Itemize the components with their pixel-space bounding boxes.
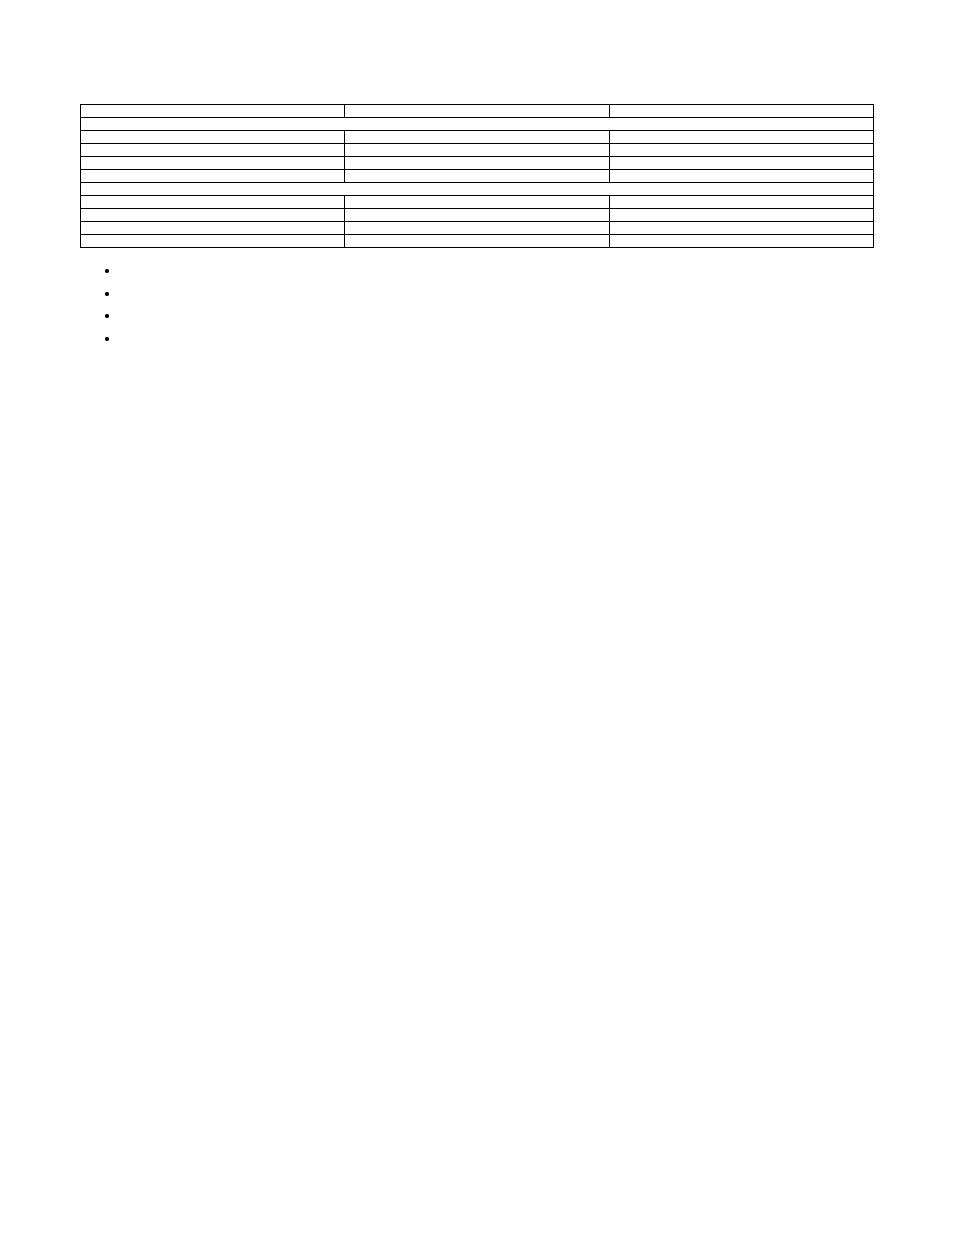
cell [345, 144, 609, 157]
cell [81, 170, 345, 183]
table-row [81, 131, 874, 144]
cell [609, 170, 873, 183]
benefits-list [80, 260, 874, 349]
table-row [81, 235, 874, 248]
table-header-blank [81, 105, 345, 118]
cell [81, 235, 345, 248]
cell [609, 222, 873, 235]
cell [609, 235, 873, 248]
cell [345, 196, 609, 209]
cell [345, 170, 609, 183]
table-row [81, 170, 874, 183]
table-section-characteristics [81, 118, 874, 131]
cell [81, 209, 345, 222]
table-row [81, 196, 874, 209]
cell [81, 131, 345, 144]
cell [81, 157, 345, 170]
table-row [81, 222, 874, 235]
table-header-infrastructure [345, 105, 609, 118]
cell [609, 144, 873, 157]
cell [609, 157, 873, 170]
cell [345, 209, 609, 222]
cell [345, 131, 609, 144]
cell [345, 157, 609, 170]
cell [81, 144, 345, 157]
list-item [120, 260, 874, 282]
cell [345, 235, 609, 248]
list-item [120, 328, 874, 350]
comparison-table [80, 104, 874, 248]
list-item [120, 283, 874, 305]
cell [609, 196, 873, 209]
cell [81, 222, 345, 235]
table-row [81, 118, 874, 131]
table-row [81, 157, 874, 170]
table-row [81, 144, 874, 157]
table-row [81, 209, 874, 222]
cell [609, 131, 873, 144]
table-header-adhoc [609, 105, 873, 118]
cell [609, 209, 873, 222]
table-section-requirements [81, 183, 874, 196]
table-header-row [81, 105, 874, 118]
cell [345, 222, 609, 235]
list-item [120, 305, 874, 327]
cell [81, 196, 345, 209]
table-row [81, 183, 874, 196]
